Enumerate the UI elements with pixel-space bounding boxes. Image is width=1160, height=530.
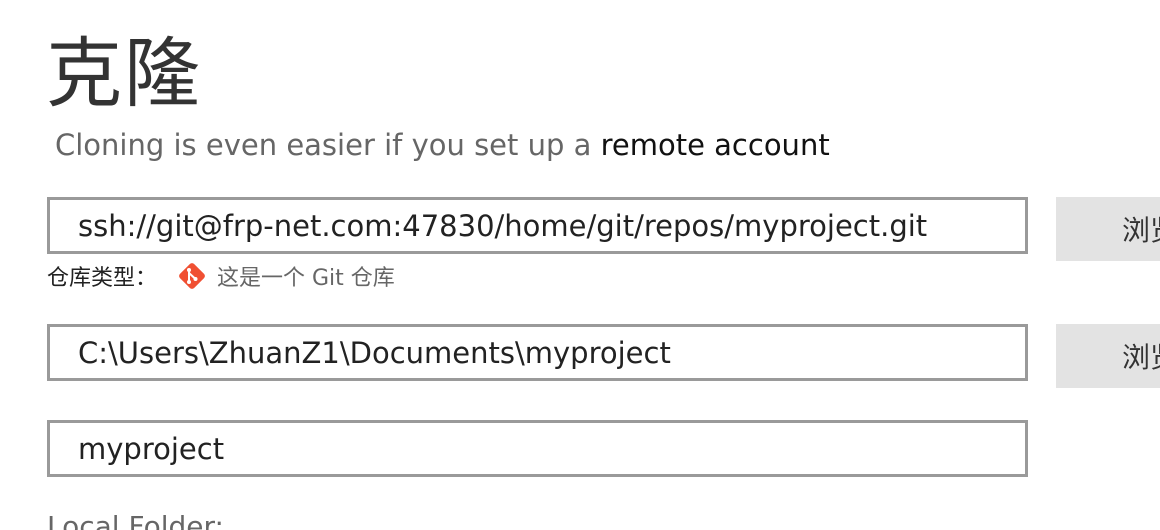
source-url-field-frame <box>47 197 1028 254</box>
repo-type-label: 仓库类型： <box>47 266 158 291</box>
subtitle-text: Cloning is even easier if you set up a <box>55 128 592 162</box>
clone-dialog: 克隆 Cloning is even easier if you set up … <box>0 0 1160 530</box>
page-title: 克隆 <box>46 29 202 118</box>
destination-path-field-frame <box>47 324 1028 381</box>
subtitle: Cloning is even easier if you set up a r… <box>55 127 830 163</box>
source-url-input[interactable] <box>50 200 1018 251</box>
name-input[interactable] <box>50 423 1018 474</box>
repo-type-row: 仓库类型： 这是一个 Git 仓库 <box>47 260 395 292</box>
local-folder-label: Local Folder: <box>47 510 224 530</box>
name-field-frame <box>47 420 1028 477</box>
destination-path-input[interactable] <box>50 327 1018 378</box>
browse-destination-button[interactable]: 浏览 <box>1056 324 1160 388</box>
remote-account-link[interactable]: remote account <box>601 128 830 162</box>
repo-type-value: 这是一个 Git 仓库 <box>217 266 395 291</box>
browse-source-button[interactable]: 浏览 <box>1056 197 1160 261</box>
git-logo-icon <box>179 263 205 289</box>
